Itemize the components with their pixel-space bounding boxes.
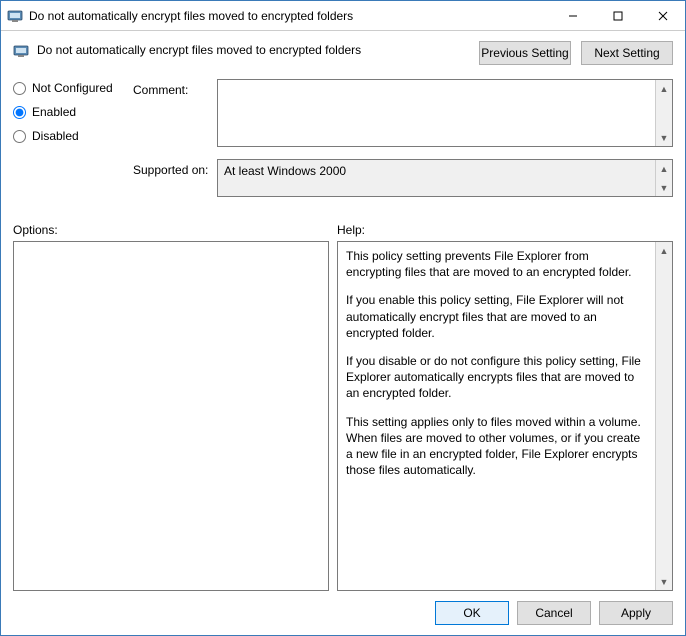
app-icon bbox=[7, 8, 23, 24]
comment-row: Comment: ▲ ▼ bbox=[133, 79, 673, 147]
next-setting-button[interactable]: Next Setting bbox=[581, 41, 673, 65]
form-grid: Comment: ▲ ▼ Supported on: At least Wind… bbox=[133, 79, 673, 209]
dialog-content: Do not automatically encrypt files moved… bbox=[1, 31, 685, 635]
radio-not-configured-label: Not Configured bbox=[32, 81, 113, 95]
radio-not-configured-input[interactable] bbox=[13, 82, 26, 95]
scroll-down-icon: ▼ bbox=[656, 179, 672, 196]
minimize-button[interactable] bbox=[550, 1, 595, 30]
nav-buttons: Previous Setting Next Setting bbox=[479, 41, 673, 65]
radio-disabled-label: Disabled bbox=[32, 129, 79, 143]
config-row: Not Configured Enabled Disabled Comment: bbox=[13, 79, 673, 209]
header-row: Do not automatically encrypt files moved… bbox=[13, 41, 673, 65]
supported-scrollbar: ▲ ▼ bbox=[655, 160, 672, 196]
help-scrollbar[interactable]: ▲ ▼ bbox=[655, 242, 672, 590]
supported-value: At least Windows 2000 bbox=[218, 160, 655, 196]
options-content bbox=[14, 242, 328, 590]
options-label: Options: bbox=[13, 223, 337, 237]
apply-button[interactable]: Apply bbox=[599, 601, 673, 625]
supported-row: Supported on: At least Windows 2000 ▲ ▼ bbox=[133, 159, 673, 197]
panels: This policy setting prevents File Explor… bbox=[13, 241, 673, 591]
scroll-up-icon: ▲ bbox=[656, 160, 672, 177]
radio-not-configured[interactable]: Not Configured bbox=[13, 81, 133, 95]
scroll-track[interactable] bbox=[656, 259, 672, 573]
scroll-down-icon[interactable]: ▼ bbox=[656, 129, 672, 146]
radio-enabled-input[interactable] bbox=[13, 106, 26, 119]
state-radios: Not Configured Enabled Disabled bbox=[13, 79, 133, 153]
close-button[interactable] bbox=[640, 1, 685, 30]
title-bar: Do not automatically encrypt files moved… bbox=[1, 1, 685, 31]
options-panel bbox=[13, 241, 329, 591]
radio-enabled-label: Enabled bbox=[32, 105, 76, 119]
comment-scrollbar[interactable]: ▲ ▼ bbox=[655, 80, 672, 146]
section-labels: Options: Help: bbox=[13, 223, 673, 237]
policy-icon bbox=[13, 43, 29, 59]
radio-enabled[interactable]: Enabled bbox=[13, 105, 133, 119]
scroll-up-icon[interactable]: ▲ bbox=[656, 242, 672, 259]
comment-label: Comment: bbox=[133, 79, 217, 97]
dialog-window: Do not automatically encrypt files moved… bbox=[0, 0, 686, 636]
previous-setting-button[interactable]: Previous Setting bbox=[479, 41, 571, 65]
comment-field[interactable] bbox=[218, 80, 655, 146]
help-content: This policy setting prevents File Explor… bbox=[338, 242, 655, 590]
help-label: Help: bbox=[337, 223, 365, 237]
help-panel: This policy setting prevents File Explor… bbox=[337, 241, 673, 591]
maximize-button[interactable] bbox=[595, 1, 640, 30]
cancel-button[interactable]: Cancel bbox=[517, 601, 591, 625]
policy-title: Do not automatically encrypt files moved… bbox=[37, 41, 469, 57]
comment-field-wrap: ▲ ▼ bbox=[217, 79, 673, 147]
scroll-down-icon[interactable]: ▼ bbox=[656, 573, 672, 590]
scroll-up-icon[interactable]: ▲ bbox=[656, 80, 672, 97]
dialog-footer: OK Cancel Apply bbox=[13, 591, 673, 625]
window-controls bbox=[550, 1, 685, 30]
radio-disabled-input[interactable] bbox=[13, 130, 26, 143]
ok-button[interactable]: OK bbox=[435, 601, 509, 625]
supported-field-wrap: At least Windows 2000 ▲ ▼ bbox=[217, 159, 673, 197]
window-title: Do not automatically encrypt files moved… bbox=[29, 9, 550, 23]
radio-disabled[interactable]: Disabled bbox=[13, 129, 133, 143]
supported-label: Supported on: bbox=[133, 159, 217, 177]
